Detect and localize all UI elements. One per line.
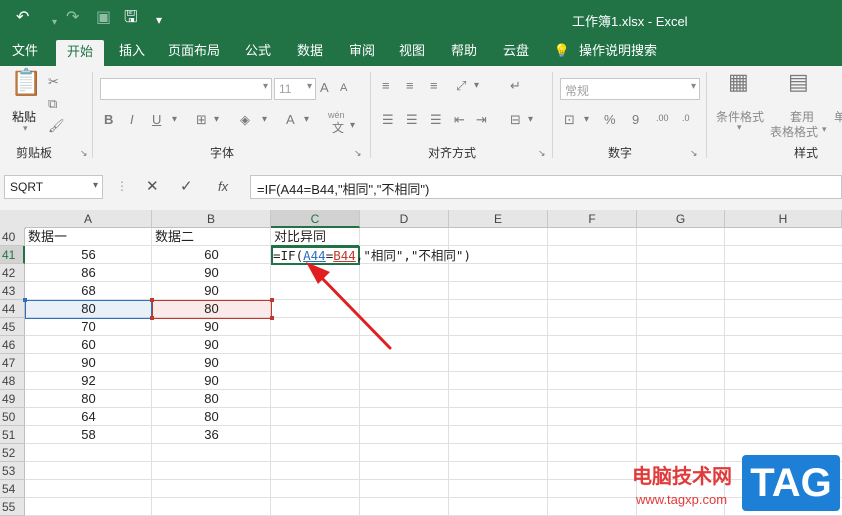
watermark-text: 电脑技术网 [632, 466, 732, 488]
annotation-arrow-icon [306, 262, 392, 350]
watermark-url: www.tagxp.com [636, 492, 728, 507]
watermark-logo: TAG [742, 455, 840, 511]
